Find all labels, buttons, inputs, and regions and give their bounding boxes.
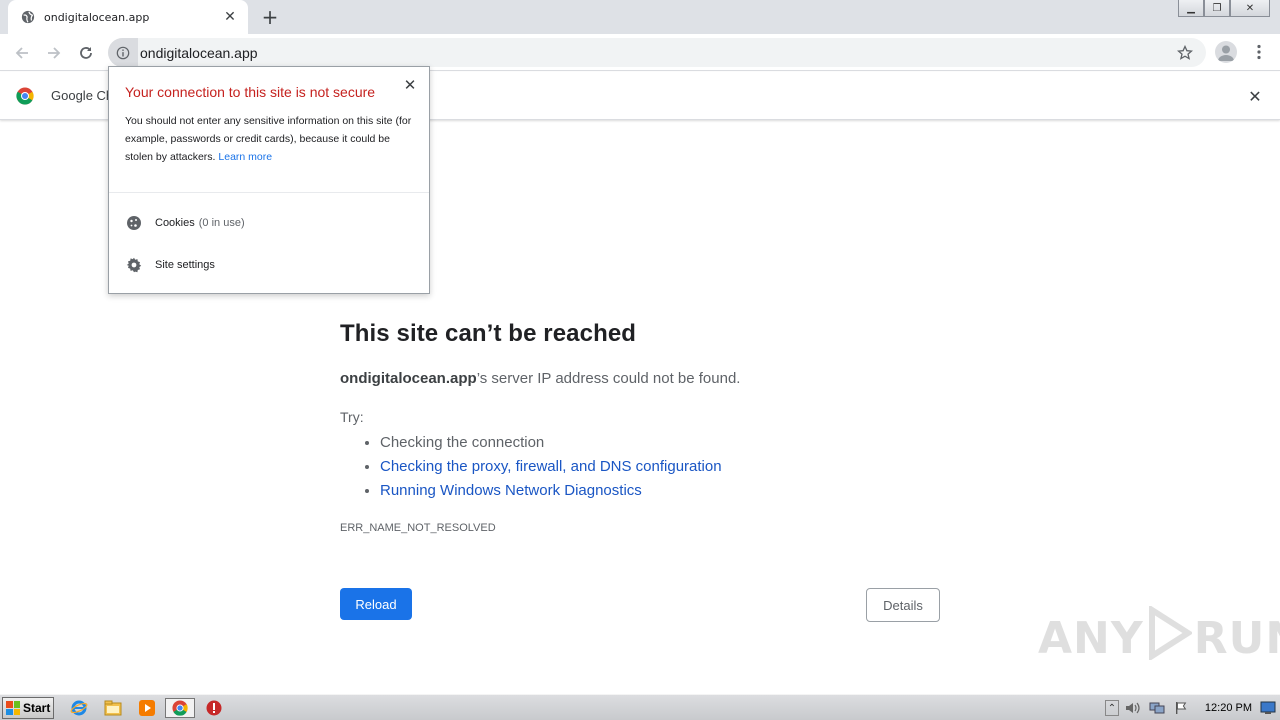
star-icon[interactable]: [1176, 44, 1194, 62]
clock[interactable]: 12:20 PM: [1205, 702, 1252, 714]
network-icon[interactable]: [1147, 698, 1167, 718]
cookie-icon: [125, 214, 143, 232]
cookies-count: (0 in use): [198, 217, 245, 229]
site-settings-row[interactable]: Site settings: [125, 256, 215, 274]
action-center-flag-icon[interactable]: [1171, 698, 1191, 718]
error-heading: This site can’t be reached: [340, 320, 637, 347]
tab-title: ondigitalocean.app: [44, 10, 150, 24]
proxy-firewall-dns-link[interactable]: Checking the proxy, firewall, and DNS co…: [380, 458, 722, 475]
internet-explorer-icon[interactable]: [68, 698, 90, 718]
file-explorer-icon[interactable]: [102, 698, 124, 718]
window-close-button[interactable]: ✕: [1230, 0, 1270, 17]
suggestion-item[interactable]: Running Windows Network Diagnostics: [380, 479, 940, 503]
popup-close-icon[interactable]: ✕: [401, 76, 419, 94]
infobar-close-icon[interactable]: ✕: [1246, 87, 1264, 106]
minimize-button[interactable]: ▁: [1178, 0, 1204, 17]
page-info-popup: Your connection to this site is not secu…: [108, 66, 430, 294]
infobar-text: Google Ch: [51, 88, 114, 103]
info-icon[interactable]: [108, 38, 138, 67]
profile-icon[interactable]: [1215, 41, 1237, 63]
tab-close-icon[interactable]: ✕: [222, 9, 238, 25]
details-button[interactable]: Details: [866, 588, 940, 622]
error-domain: ondigitalocean.app: [340, 370, 477, 387]
forward-arrow-icon[interactable]: [42, 41, 66, 65]
suggestion-list: Checking the connection Checking the pro…: [380, 431, 940, 503]
error-code: ERR_NAME_NOT_RESOLVED: [340, 522, 496, 534]
site-settings-label: Site settings: [155, 259, 215, 271]
cookies-row[interactable]: Cookies (0 in use): [125, 214, 245, 232]
popup-title: Your connection to this site is not secu…: [125, 84, 376, 100]
reload-button[interactable]: Reload: [340, 588, 412, 620]
reload-icon[interactable]: [74, 41, 98, 65]
try-label: Try:: [340, 409, 364, 425]
chrome-taskbar-icon[interactable]: [165, 698, 195, 718]
play-icon: [1146, 604, 1194, 671]
volume-icon[interactable]: [1123, 698, 1143, 718]
suggestion-text: Checking the connection: [380, 434, 545, 451]
popup-divider: [109, 192, 429, 193]
tab-strip: ondigitalocean.app ✕ + ▁ ❐ ✕: [0, 0, 1280, 34]
media-player-icon[interactable]: [136, 698, 158, 718]
learn-more-link[interactable]: Learn more: [218, 151, 272, 163]
taskbar: Start ⌃ 12:20 PM: [0, 694, 1280, 720]
url-text[interactable]: ondigitalocean.app: [140, 45, 258, 61]
tab-active[interactable]: ondigitalocean.app ✕: [8, 0, 248, 34]
gear-icon: [125, 256, 143, 274]
omnibox[interactable]: ondigitalocean.app: [108, 38, 1206, 67]
watermark-left: ANY: [1038, 613, 1144, 664]
globe-icon: [20, 9, 36, 25]
anyrun-watermark: ANY RUN: [1038, 604, 1280, 671]
restore-button[interactable]: ❐: [1204, 0, 1230, 17]
chrome-logo-icon: [16, 87, 34, 105]
suggestion-item: Checking the connection: [380, 431, 940, 455]
windows-flag-icon: [6, 701, 20, 715]
tray-expand-icon[interactable]: ⌃: [1104, 700, 1119, 716]
network-diagnostics-link[interactable]: Running Windows Network Diagnostics: [380, 482, 642, 499]
start-label: Start: [23, 701, 51, 715]
system-tray: ⌃ 12:20 PM: [1103, 695, 1280, 720]
show-desktop-icon[interactable]: [1260, 700, 1276, 716]
error-summary: ondigitalocean.app’s server IP address c…: [340, 370, 940, 387]
error-summary-rest: ’s server IP address could not be found.: [476, 370, 741, 387]
start-button[interactable]: Start: [2, 697, 54, 719]
error-content: This site can’t be reached ondigitalocea…: [340, 320, 940, 534]
stop-icon[interactable]: [203, 698, 225, 718]
window-controls: ▁ ❐ ✕: [1178, 0, 1270, 17]
watermark-right: RUN: [1193, 613, 1280, 664]
cookies-label: Cookies: [155, 217, 195, 229]
popup-description: You should not enter any sensitive infor…: [125, 112, 417, 166]
new-tab-plus-icon[interactable]: +: [258, 6, 282, 28]
back-arrow-icon[interactable]: [10, 41, 34, 65]
kebab-menu-icon[interactable]: [1250, 41, 1268, 63]
suggestion-item[interactable]: Checking the proxy, firewall, and DNS co…: [380, 455, 940, 479]
